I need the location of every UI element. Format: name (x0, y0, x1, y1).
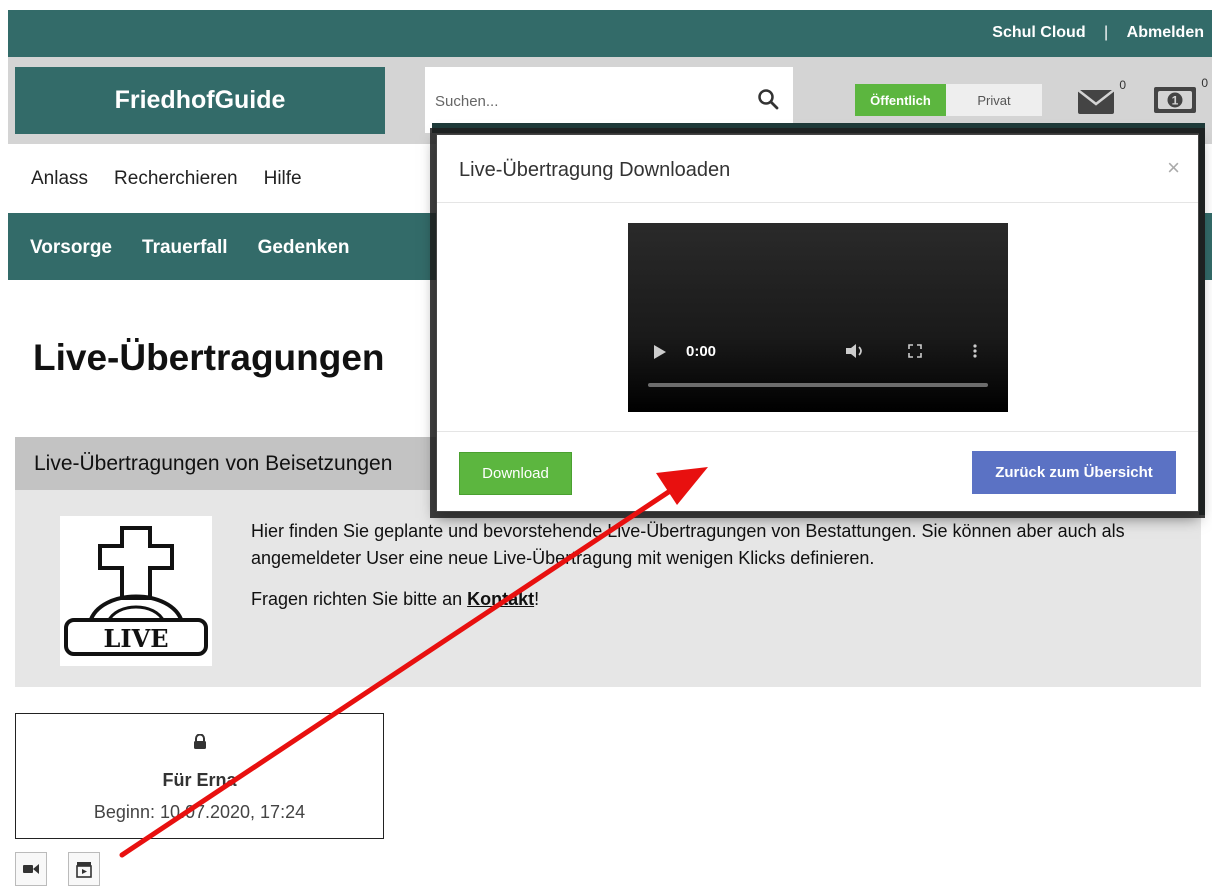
nav-item-anlass[interactable]: Anlass (31, 168, 88, 190)
svg-text:1: 1 (1172, 94, 1179, 108)
wallet-count: 0 (1201, 76, 1208, 90)
intro-paragraph: Hier finden Sie geplante und bevorstehen… (251, 521, 1125, 568)
top-links-separator: | (1104, 24, 1109, 41)
event-begin: Beginn: 10.07.2020, 17:24 (93, 802, 306, 822)
video-camera-icon (23, 864, 39, 874)
page-title: Live-Übertragungen (33, 337, 385, 378)
search-input[interactable] (435, 87, 735, 115)
private-toggle[interactable]: Privat (946, 84, 1042, 116)
subnav-item-trauerfall[interactable]: Trauerfall (142, 237, 228, 259)
messages-button[interactable]: 0 (1076, 78, 1126, 116)
visibility-toggle: Öffentlich Privat (855, 84, 1042, 116)
live-image-text: LIVE (103, 624, 169, 653)
subnav-item-vorsorge[interactable]: Vorsorge (30, 237, 112, 259)
fullscreen-icon[interactable] (908, 344, 922, 358)
video-player[interactable]: 0:00 (628, 223, 1008, 412)
contact-link[interactable]: Kontakt (467, 589, 534, 609)
close-icon[interactable]: × (1167, 155, 1180, 181)
video-time: 0:00 (686, 343, 717, 360)
main-nav: Anlass Recherchieren Hilfe (31, 168, 302, 190)
backdrop-strip (1199, 123, 1205, 515)
lock-icon (194, 734, 206, 749)
camera-button[interactable] (15, 852, 47, 886)
contact-prefix: Fragen richten Sie bitte an (251, 589, 468, 609)
modal-divider (437, 431, 1198, 432)
video-progress-bar[interactable] (648, 383, 988, 387)
play-icon[interactable] (654, 345, 666, 359)
more-options-icon[interactable] (972, 343, 978, 359)
envelope-icon (1077, 89, 1115, 114)
contact-suffix: ! (534, 589, 540, 609)
modal-divider (437, 202, 1198, 203)
event-name: Für Erna (162, 770, 237, 790)
top-bar: Schul Cloud | Abmelden (8, 10, 1212, 57)
live-funeral-image: LIVE (60, 516, 212, 666)
back-to-overview-button[interactable]: Zurück zum Übersicht (972, 451, 1176, 494)
recording-button[interactable] (68, 852, 100, 886)
backdrop-strip (432, 123, 1202, 133)
site-logo[interactable]: FriedhofGuide (15, 67, 385, 134)
logout-link[interactable]: Abmelden (1127, 24, 1204, 42)
wallet-button[interactable]: 1 0 (1152, 76, 1208, 116)
subnav-item-gedenken[interactable]: Gedenken (258, 237, 350, 259)
search-icon[interactable] (757, 88, 779, 110)
modal-title: Live-Übertragung Downloaden (459, 159, 731, 181)
download-button[interactable]: Download (459, 452, 572, 495)
nav-item-hilfe[interactable]: Hilfe (264, 168, 302, 190)
nav-item-recherchieren[interactable]: Recherchieren (114, 168, 238, 190)
intro-text: Hier finden Sie geplante und bevorstehen… (251, 518, 1151, 613)
download-modal: Live-Übertragung Downloaden × 0:00 Downl… (436, 134, 1199, 512)
public-toggle[interactable]: Öffentlich (855, 84, 946, 116)
money-icon: 1 (1154, 87, 1196, 113)
live-event-card[interactable]: Für Erna Beginn: 10.07.2020, 17:24 (15, 713, 384, 839)
contact-paragraph: Fragen richten Sie bitte an Kontakt! (251, 586, 1151, 613)
clapperboard-icon (76, 862, 92, 878)
top-links: Schul Cloud | Abmelden (992, 24, 1204, 42)
volume-icon[interactable] (846, 343, 864, 359)
schul-cloud-link[interactable]: Schul Cloud (992, 24, 1085, 42)
messages-count: 0 (1119, 78, 1126, 92)
section-title: Live-Übertragungen von Beisetzungen (34, 452, 393, 475)
